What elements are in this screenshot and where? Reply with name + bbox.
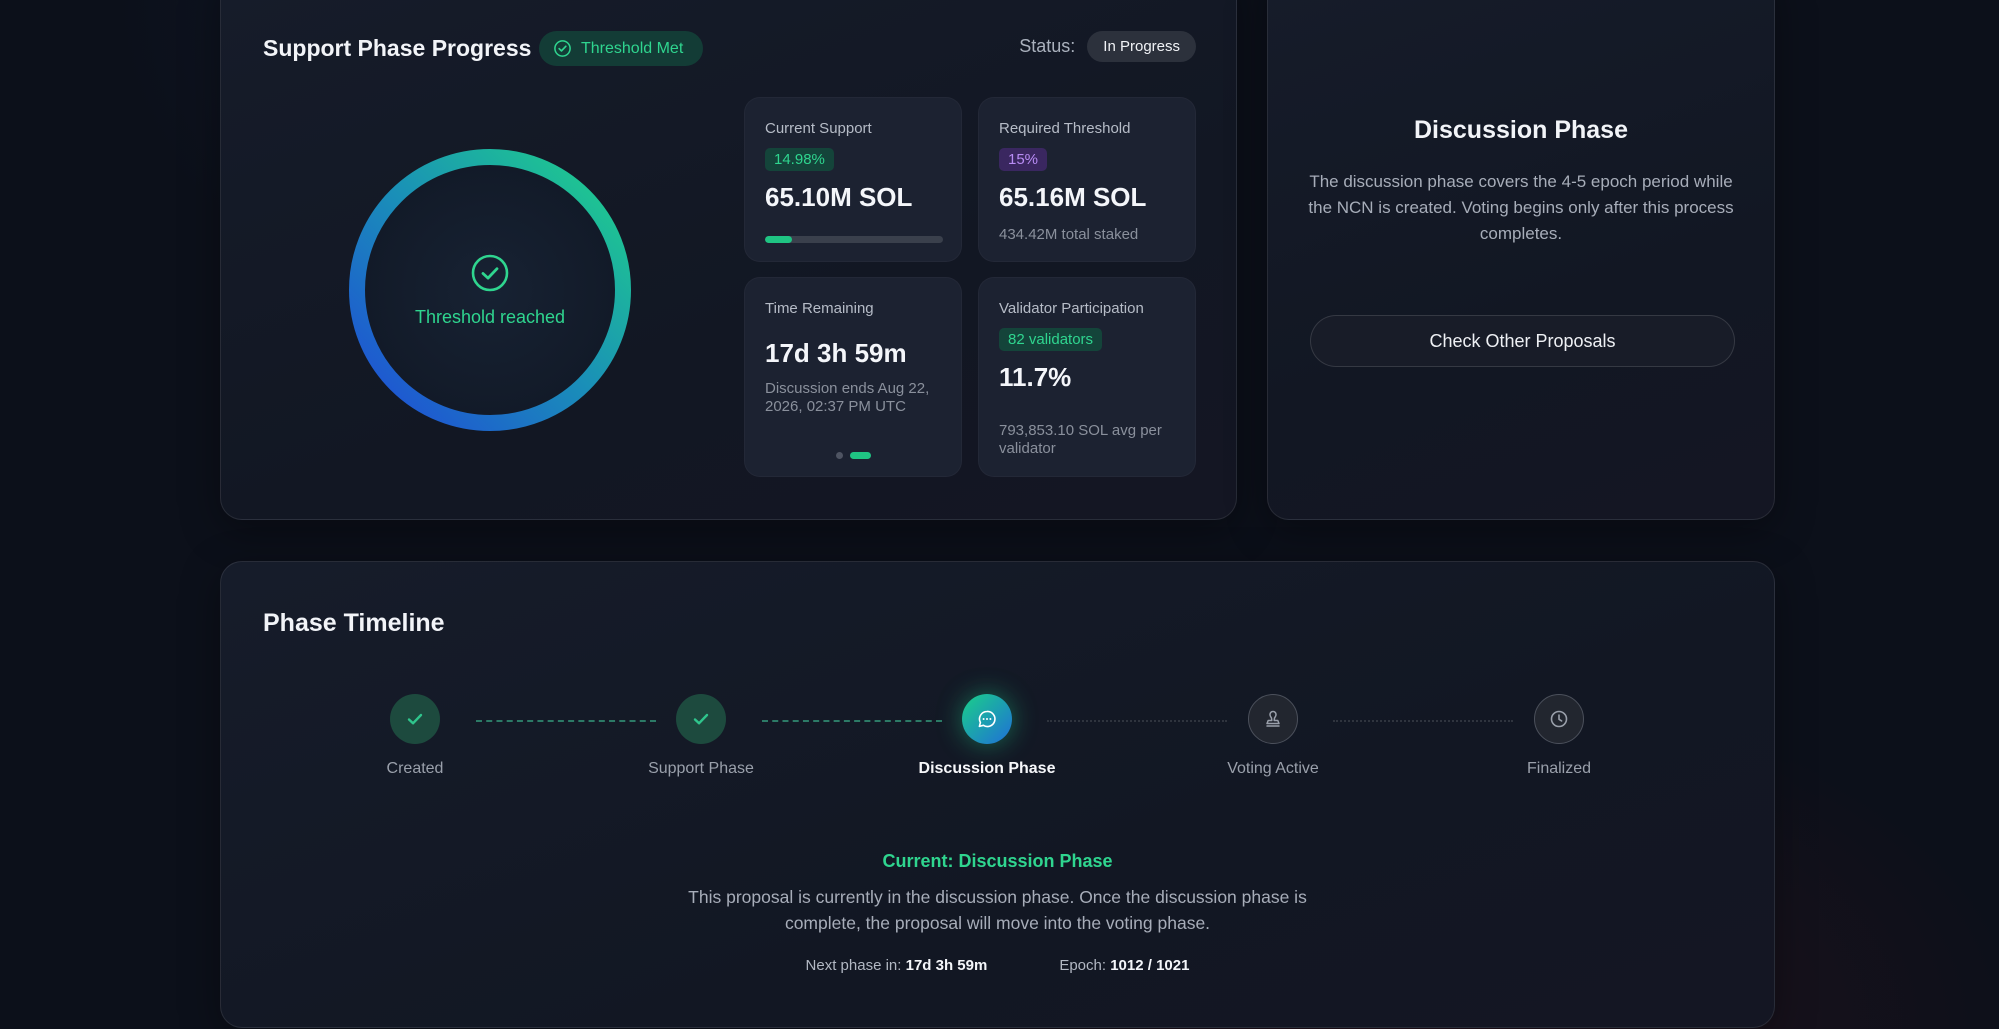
stat-value: 17d 3h 59m [765, 338, 907, 368]
stat-subtext: 434.42M total staked [999, 226, 1139, 243]
epoch-value: 1012 / 1021 [1110, 957, 1190, 974]
stat-value: 65.16M SOL [999, 182, 1147, 212]
required-threshold-stat: Required Threshold 15% 65.16M SOL 434.42… [978, 97, 1196, 262]
status-badge: In Progress [1087, 31, 1196, 62]
chat-bubble-icon [962, 694, 1012, 744]
check-other-proposals-button[interactable]: Check Other Proposals [1310, 315, 1735, 367]
stat-label: Validator Participation [999, 300, 1144, 317]
stat-value: 11.7% [999, 362, 1072, 392]
timeline-step-support: Support Phase [611, 694, 791, 778]
next-phase-label: Next phase in: [805, 957, 902, 974]
step-label: Discussion Phase [918, 760, 1056, 777]
step-label: Voting Active [1227, 760, 1319, 777]
discussion-phase-card: Discussion Phase The discussion phase co… [1267, 0, 1775, 520]
vote-stamp-icon [1248, 694, 1298, 744]
time-remaining-stat: Time Remaining 17d 3h 59m Discussion end… [744, 277, 962, 477]
stat-label: Time Remaining [765, 300, 874, 317]
threshold-met-badge: Threshold Met [539, 31, 704, 66]
timeline-title: Phase Timeline [263, 609, 445, 637]
current-support-stat: Current Support 14.98% 65.10M SOL [744, 97, 962, 262]
stat-value: 65.10M SOL [765, 182, 913, 212]
stat-label: Current Support [765, 120, 872, 137]
check-circle-icon [553, 39, 572, 58]
carousel-dots[interactable] [745, 452, 961, 459]
check-icon [390, 694, 440, 744]
epoch-label: Epoch: [1059, 957, 1107, 974]
support-progress-ring: Threshold reached [349, 149, 631, 431]
support-percent-chip: 14.98% [765, 148, 834, 171]
timeline-step-created: Created [325, 694, 505, 778]
current-phase-description: This proposal is currently in the discus… [688, 887, 1307, 933]
phase-timeline-card: Phase Timeline Created Support Phase Dis… [220, 561, 1775, 1028]
threshold-reached-text: Threshold reached [414, 306, 566, 327]
check-icon [676, 694, 726, 744]
step-label: Finalized [1526, 760, 1592, 777]
stat-label: Required Threshold [999, 120, 1131, 137]
support-card-title: Support Phase Progress [263, 35, 532, 61]
clock-icon [1534, 694, 1584, 744]
timeline-step-voting: Voting Active [1183, 694, 1363, 778]
support-progress-fill [765, 236, 792, 243]
step-label: Created [386, 760, 444, 777]
carousel-dot-active[interactable] [849, 452, 871, 459]
validator-count-chip: 82 validators [999, 328, 1103, 351]
threshold-met-label: Threshold Met [581, 39, 684, 57]
status-indicator: Status: In Progress [1019, 31, 1196, 62]
discussion-card-description: The discussion phase covers the 4-5 epoc… [1308, 172, 1734, 243]
check-circle-icon [470, 253, 510, 293]
current-phase-title: Current: Discussion Phase [882, 851, 1113, 871]
timeline-meta: Next phase in: 17d 3h 59m Epoch: 1012 / … [221, 957, 1774, 974]
step-label: Support Phase [648, 760, 754, 777]
epoch-info: Epoch: 1012 / 1021 [1059, 957, 1189, 974]
next-phase-value: 17d 3h 59m [905, 957, 988, 974]
next-phase-info: Next phase in: 17d 3h 59m [806, 957, 988, 974]
stat-subtext: Discussion ends Aug 22, 2026, 02:37 PM U… [765, 380, 930, 415]
status-label: Status: [1019, 36, 1076, 56]
stat-subtext: 793,853.10 SOL avg per validator [999, 422, 1162, 457]
carousel-dot[interactable] [835, 452, 843, 459]
timeline-step-discussion: Discussion Phase [897, 694, 1077, 778]
support-progress-bar [765, 236, 943, 243]
validator-participation-stat: Validator Participation 82 validators 11… [978, 277, 1196, 477]
discussion-card-title: Discussion Phase [1414, 116, 1628, 144]
support-phase-card: Support Phase Progress Threshold Met Sta… [220, 0, 1237, 520]
timeline-step-finalized: Finalized [1469, 694, 1649, 778]
threshold-percent-chip: 15% [999, 148, 1048, 171]
